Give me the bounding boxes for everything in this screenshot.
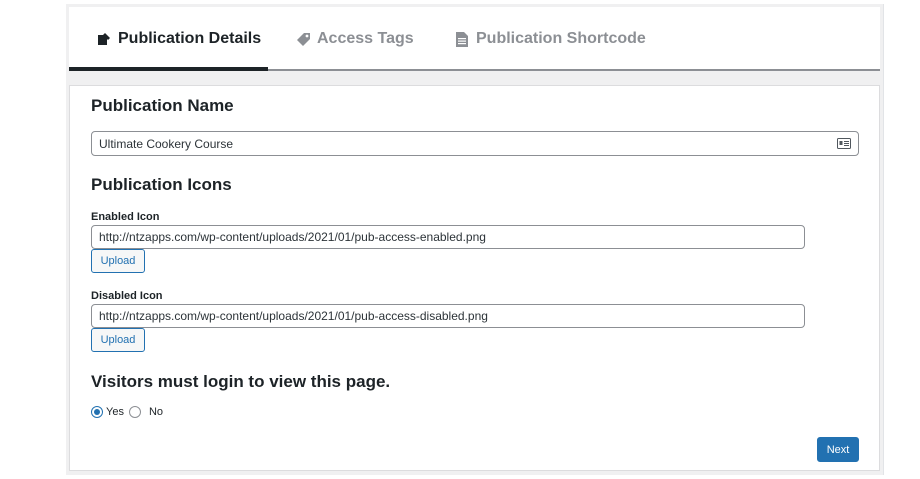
- tab-access-tags[interactable]: Access Tags: [295, 7, 414, 71]
- publication-icons-heading: Publication Icons: [91, 175, 232, 194]
- edit-page-icon: [96, 31, 112, 47]
- tab-label: Access Tags: [317, 30, 414, 47]
- tab-label: Publication Details: [118, 30, 262, 47]
- login-required-heading: Visitors must login to view this page.: [91, 372, 391, 391]
- active-tab-indicator: [69, 67, 268, 71]
- login-yes-radio[interactable]: [91, 406, 103, 418]
- enabled-icon-upload-button[interactable]: Upload: [91, 249, 145, 273]
- disabled-icon-url: http://ntzapps.com/wp-content/uploads/20…: [99, 309, 488, 323]
- tab-label: Publication Shortcode: [476, 30, 646, 47]
- document-icon: [454, 31, 470, 47]
- enabled-icon-url: http://ntzapps.com/wp-content/uploads/20…: [99, 230, 486, 244]
- enabled-icon-url-input[interactable]: http://ntzapps.com/wp-content/uploads/20…: [91, 225, 805, 249]
- tab-bar: Publication Details Access Tags Publicat…: [69, 7, 880, 71]
- login-required-options: Yes No: [91, 406, 168, 418]
- disabled-icon-upload-button[interactable]: Upload: [91, 328, 145, 352]
- contact-card-icon[interactable]: [837, 138, 851, 149]
- disabled-icon-label: Disabled Icon: [91, 290, 163, 302]
- publication-name-input[interactable]: Ultimate Cookery Course: [91, 131, 859, 156]
- publication-details-panel: Publication Name Ultimate Cookery Course…: [69, 85, 880, 471]
- login-no-label[interactable]: No: [149, 406, 163, 418]
- publication-name-heading: Publication Name: [91, 96, 234, 115]
- tab-publication-shortcode[interactable]: Publication Shortcode: [454, 7, 646, 71]
- disabled-icon-url-input[interactable]: http://ntzapps.com/wp-content/uploads/20…: [91, 304, 805, 328]
- enabled-icon-label: Enabled Icon: [91, 211, 160, 223]
- settings-wrapper: Publication Details Access Tags Publicat…: [66, 4, 884, 475]
- login-yes-label[interactable]: Yes: [106, 406, 124, 418]
- next-button[interactable]: Next: [817, 437, 859, 462]
- tab-publication-details[interactable]: Publication Details: [96, 7, 261, 71]
- login-no-radio[interactable]: [128, 406, 141, 418]
- publication-name-value: Ultimate Cookery Course: [99, 136, 234, 151]
- tag-icon: [295, 31, 311, 47]
